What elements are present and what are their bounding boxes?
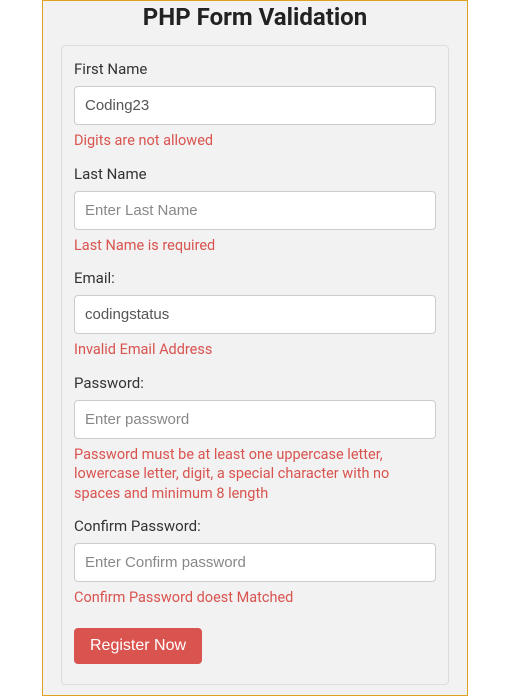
first-name-input[interactable] <box>74 86 436 125</box>
password-label: Password: <box>74 374 436 392</box>
password-error: Password must be at least one uppercase … <box>74 445 436 504</box>
password-input[interactable] <box>74 400 436 439</box>
email-input[interactable] <box>74 295 436 334</box>
confirm-password-error: Confirm Password doest Matched <box>74 588 436 608</box>
first-name-label: First Name <box>74 60 436 78</box>
form-container: PHP Form Validation First Name Digits ar… <box>42 0 468 696</box>
last-name-error: Last Name is required <box>74 236 436 256</box>
confirm-password-label: Confirm Password: <box>74 517 436 535</box>
last-name-group: Last Name Last Name is required <box>74 165 436 256</box>
email-label: Email: <box>74 269 436 287</box>
first-name-group: First Name Digits are not allowed <box>74 60 436 151</box>
confirm-password-input[interactable] <box>74 543 436 582</box>
password-group: Password: Password must be at least one … <box>74 374 436 504</box>
register-button[interactable]: Register Now <box>74 628 202 664</box>
page-title: PHP Form Validation <box>43 1 467 45</box>
email-group: Email: Invalid Email Address <box>74 269 436 360</box>
last-name-label: Last Name <box>74 165 436 183</box>
confirm-password-group: Confirm Password: Confirm Password doest… <box>74 517 436 608</box>
email-error: Invalid Email Address <box>74 340 436 360</box>
last-name-input[interactable] <box>74 191 436 230</box>
first-name-error: Digits are not allowed <box>74 131 436 151</box>
form-card: First Name Digits are not allowed Last N… <box>61 45 449 685</box>
